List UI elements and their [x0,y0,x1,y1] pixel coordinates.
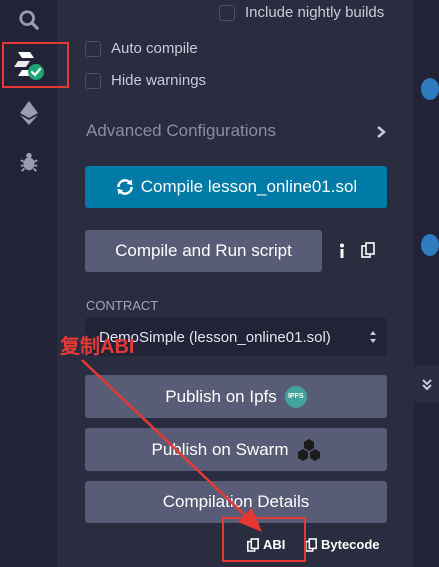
annotation-arrow [81,359,262,532]
